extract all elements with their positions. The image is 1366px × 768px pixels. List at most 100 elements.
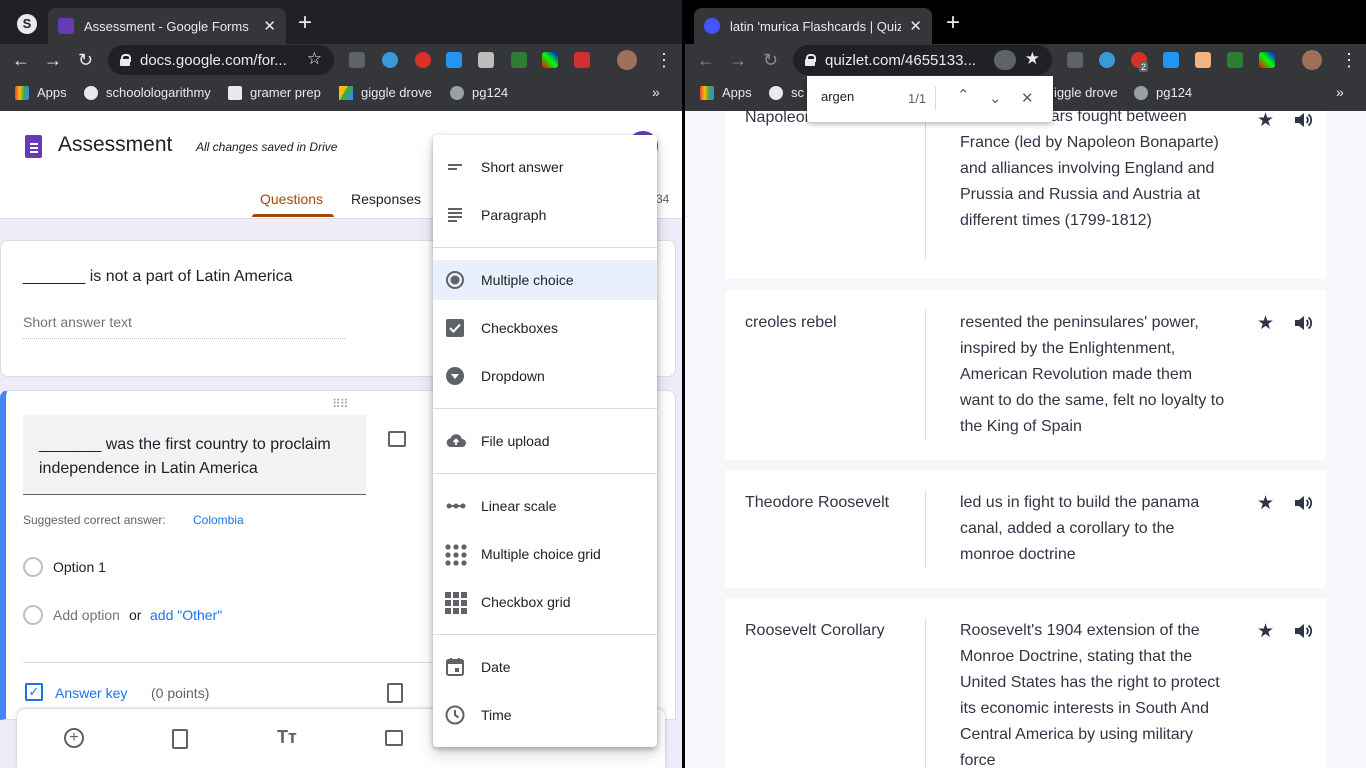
menu-item-file-upload[interactable]: File upload [433,421,657,461]
extension-icon[interactable] [1195,52,1211,68]
reload-icon[interactable]: ↻ [78,48,93,72]
forward-icon[interactable]: → [729,48,747,72]
bookmark-giggle-drove[interactable]: iggle drove [1054,85,1118,100]
bookmark-gramer-prep[interactable]: gramer prep [228,85,321,100]
url-text: quizlet.com/4655133... [825,51,976,69]
menu-item-time[interactable]: Time [433,695,657,735]
apps-icon [15,85,29,100]
new-tab-button[interactable]: + [946,11,960,35]
option-1[interactable]: Option 1 [53,559,106,575]
find-bar: 1/1 ⌃ ⌄ ✕ [807,76,1053,122]
bookmark-giggle-drove[interactable]: giggle drove [339,85,432,100]
reload-icon[interactable]: ↻ [763,48,778,72]
speaker-icon[interactable] [1293,621,1313,641]
find-previous-icon[interactable]: ⌃ [957,86,970,104]
crx-extension-icon[interactable] [1067,52,1083,68]
menu-item-linear-scale[interactable]: Linear scale [433,486,657,526]
menu-item-dropdown[interactable]: Dropdown [433,356,657,396]
bookmark-label: Apps [722,85,752,100]
menu-item-multiple-choice[interactable]: Multiple choice [433,260,657,300]
speaker-icon[interactable] [1293,111,1313,130]
form-title[interactable]: Assessment [58,133,172,157]
suggested-answer-value[interactable]: Colombia [193,513,244,527]
menu-item-label: Short answer [481,159,564,175]
extension-icon[interactable] [478,52,494,68]
add-other-link[interactable]: add "Other" [150,607,222,623]
google-forms-logo-icon[interactable] [25,135,42,158]
avatar[interactable] [1302,50,1322,70]
color-extension-icon[interactable] [1259,52,1275,68]
extension-icon[interactable] [511,52,527,68]
bookmark-star-icon[interactable]: ★ [1025,49,1040,69]
star-icon[interactable]: ★ [1257,620,1274,643]
avatar[interactable] [617,50,637,70]
bookmark-schoolologarithmy[interactable]: schoolologarithmy [84,85,211,100]
drag-handle-icon[interactable]: ⠿⠿ [332,397,349,411]
menu-icon[interactable]: ⋮ [655,50,673,71]
add-option[interactable]: Add option [53,607,120,623]
more-bookmarks-icon[interactable]: » [652,84,660,100]
find-next-icon[interactable]: ⌄ [989,89,1002,107]
duplicate-icon[interactable] [387,683,403,703]
menu-icon[interactable]: ⋮ [1340,50,1358,71]
menu-item-checkboxes[interactable]: Checkboxes [433,308,657,348]
extension-icon[interactable] [1163,52,1179,68]
add-title-icon[interactable]: Tт [277,727,297,748]
bookmark-pg124[interactable]: pg124 [1134,85,1192,100]
extension-icon[interactable] [1227,52,1243,68]
tab-quizlet[interactable]: latin 'murica Flashcards | Quizl ✕ [694,8,932,44]
tab-close-icon[interactable]: ✕ [263,17,276,35]
answer-key-icon[interactable]: ✓ [25,683,43,701]
speaker-icon[interactable] [1293,313,1313,333]
speaker-icon[interactable] [1293,493,1313,513]
extension-icon[interactable] [574,52,590,68]
menu-item-label: Multiple choice [481,272,574,288]
bookmark-label: iggle drove [1054,85,1118,100]
address-bar[interactable]: docs.google.com/for... ☆ [108,45,334,75]
question-text[interactable]: _______ is not a part of Latin America [23,268,293,286]
add-question-icon[interactable]: + [64,728,84,748]
owl-extension-icon[interactable] [382,52,398,68]
menu-item-multiple-choice-grid[interactable]: Multiple choice grid [433,534,657,574]
menu-item-date[interactable]: Date [433,647,657,687]
bookmark-schoolologarithmy[interactable]: sc [769,85,804,100]
find-close-icon[interactable]: ✕ [1021,89,1034,107]
find-match-count: 1/1 [908,91,927,106]
star-icon[interactable]: ★ [1257,111,1274,132]
color-extension-icon[interactable] [542,52,558,68]
menu-item-short-answer[interactable]: Short answer [433,147,657,187]
cloud-upload-icon [445,431,467,451]
bookmark-apps[interactable]: Apps [15,85,67,100]
tab-close-icon[interactable]: ✕ [909,17,922,35]
menu-divider [433,634,657,635]
crx-extension-icon[interactable] [349,52,365,68]
question-text-field[interactable]: _______ was the first country to proclai… [23,415,366,495]
extension-icon[interactable] [446,52,462,68]
star-icon[interactable]: ★ [1257,492,1274,515]
answer-key-button[interactable]: Answer key [55,685,127,701]
bookmark-apps[interactable]: Apps [700,85,752,100]
forward-icon[interactable]: → [44,48,62,72]
owl-extension-icon[interactable] [1099,52,1115,68]
menu-item-checkbox-grid[interactable]: Checkbox grid [433,582,657,622]
tab-questions[interactable]: Questions [260,191,323,207]
more-bookmarks-icon[interactable]: » [1336,84,1344,100]
schoology-icon[interactable]: S [17,14,37,34]
tab-responses[interactable]: Responses [351,191,421,207]
bookmark-star-icon[interactable]: ☆ [307,49,322,69]
back-icon[interactable]: ← [697,48,715,72]
find-input[interactable] [821,89,901,104]
star-icon[interactable]: ★ [1257,312,1274,335]
back-icon[interactable]: ← [12,48,30,72]
menu-item-paragraph[interactable]: Paragraph [433,195,657,235]
add-image-icon[interactable] [385,730,403,746]
import-questions-icon[interactable] [172,729,188,749]
bookmark-pg124[interactable]: pg124 [450,85,508,100]
address-bar[interactable]: quizlet.com/4655133... ★ [793,45,1052,75]
bookmark-label: giggle drove [361,85,432,100]
new-tab-button[interactable]: + [298,11,312,35]
tab-assessment[interactable]: Assessment - Google Forms ✕ [48,8,286,44]
add-image-icon[interactable] [388,431,406,447]
adblock-icon[interactable] [415,52,431,68]
find-in-page-icon[interactable] [994,50,1016,70]
